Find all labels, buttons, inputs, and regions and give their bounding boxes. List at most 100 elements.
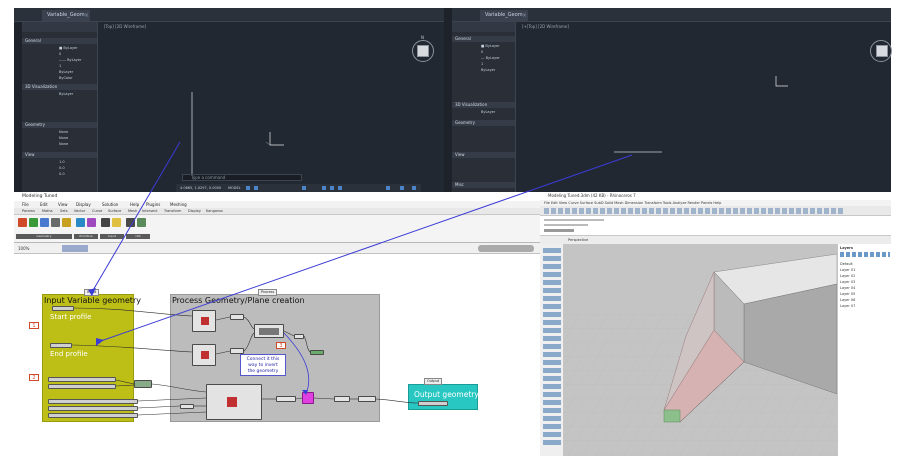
- menu-meshing[interactable]: Meshing: [170, 201, 187, 208]
- number-param-icon[interactable]: [76, 218, 85, 227]
- menu-solution[interactable]: Solution: [102, 201, 118, 208]
- output-relay-1[interactable]: [334, 396, 350, 402]
- note-panel[interactable]: Connect it this way to invert the geomet…: [240, 354, 286, 376]
- properties-section[interactable]: View: [452, 152, 515, 158]
- output-relay-2[interactable]: [358, 396, 376, 402]
- start-curve-param[interactable]: [52, 306, 74, 311]
- layer-row[interactable]: Layer 06: [840, 298, 889, 303]
- small-component-a[interactable]: [230, 314, 244, 320]
- tab-maths[interactable]: Maths: [42, 208, 53, 215]
- relay-icon[interactable]: [126, 218, 135, 227]
- plane-component-1[interactable]: [192, 310, 216, 332]
- properties-section[interactable]: General: [452, 36, 515, 42]
- panel-icon[interactable]: [112, 218, 121, 227]
- snap-toggle-icon[interactable]: [254, 186, 258, 190]
- tab-sets[interactable]: Sets: [60, 208, 68, 215]
- colored-bar-component[interactable]: [310, 350, 324, 355]
- lineweight-toggle-icon[interactable]: [386, 186, 390, 190]
- otrack-toggle-icon[interactable]: [338, 186, 342, 190]
- command-line-input[interactable]: Type a command: [182, 174, 302, 181]
- properties-section[interactable]: 3D Visualization: [22, 84, 97, 90]
- layer-row[interactable]: Default: [840, 262, 889, 267]
- properties-section[interactable]: 3D Visualization: [452, 102, 515, 108]
- slider-2[interactable]: [48, 384, 116, 389]
- cad-left-viewport[interactable]: [Top] [2D Wireframe] N Type a command: [98, 22, 444, 192]
- mesh-param-icon[interactable]: [62, 218, 71, 227]
- tab-display[interactable]: Display: [188, 208, 201, 215]
- rhino-left-toolbar: [540, 244, 564, 456]
- orient-output-a[interactable]: [294, 334, 304, 339]
- menu-help[interactable]: Help: [130, 201, 139, 208]
- slider-5[interactable]: [48, 413, 138, 418]
- cluster-icon[interactable]: [137, 218, 146, 227]
- viewport-label[interactable]: Perspective: [568, 236, 588, 244]
- surface-param-icon[interactable]: [40, 218, 49, 227]
- merge-component[interactable]: [134, 380, 152, 388]
- preview-mode-icons[interactable]: [478, 245, 534, 252]
- slider-3[interactable]: [48, 399, 138, 404]
- customize-icon[interactable]: [412, 186, 416, 190]
- grid-toggle-icon[interactable]: [246, 186, 250, 190]
- tab-kangaroo[interactable]: Kangaroo: [206, 208, 223, 215]
- layer-row[interactable]: Layer 02: [840, 274, 889, 279]
- orient-component[interactable]: [254, 324, 284, 338]
- end-curve-param[interactable]: [50, 343, 72, 348]
- canvas-view-icons[interactable]: [62, 245, 88, 252]
- brep-param-icon[interactable]: [51, 218, 60, 227]
- properties-section[interactable]: View: [22, 152, 97, 158]
- tab-vector[interactable]: Vector: [74, 208, 85, 215]
- menu-plugins[interactable]: Plugins: [146, 201, 160, 208]
- menu-edit[interactable]: Edit: [40, 201, 48, 208]
- grasshopper-canvas[interactable]: Input Variable geometry Start profile En…: [14, 254, 540, 456]
- osnap-toggle-icon[interactable]: [330, 186, 334, 190]
- zoom-level[interactable]: 100%: [18, 243, 29, 254]
- layer-row[interactable]: Layer 04: [840, 286, 889, 291]
- slider-1[interactable]: [48, 377, 116, 382]
- layer-row[interactable]: Layer 03: [840, 280, 889, 285]
- tab-mesh[interactable]: Mesh: [128, 208, 137, 215]
- polar-toggle-icon[interactable]: [322, 186, 326, 190]
- cad-right-viewport[interactable]: [+[Top] [2D Wireframe]: [516, 22, 892, 192]
- boolean-param-icon[interactable]: [87, 218, 96, 227]
- layer-row[interactable]: Layer 01: [840, 268, 889, 273]
- point-param-icon[interactable]: [18, 218, 27, 227]
- number-component[interactable]: [180, 404, 194, 409]
- toolbar-icons[interactable]: [544, 208, 844, 214]
- layer-row[interactable]: Layer 05: [840, 292, 889, 297]
- properties-section[interactable]: Geometry: [22, 122, 97, 128]
- flip-component[interactable]: [276, 396, 296, 402]
- cad-left-file-tab[interactable]: Variable_Geom: [42, 10, 90, 21]
- properties-section[interactable]: Misc: [452, 182, 515, 188]
- layer-row[interactable]: Layer 07: [840, 304, 889, 309]
- property-row: — ByLayer: [481, 56, 500, 60]
- status-model[interactable]: MODEL: [228, 184, 241, 192]
- properties-section[interactable]: Geometry: [452, 120, 515, 126]
- slider-icon[interactable]: [101, 218, 110, 227]
- tab-intersect[interactable]: Intersect: [142, 208, 158, 215]
- layers-header[interactable]: Layers: [840, 246, 889, 251]
- output-brep-param[interactable]: [418, 401, 448, 406]
- loft-component[interactable]: [206, 384, 262, 420]
- rhino-command-area[interactable]: [540, 216, 891, 236]
- tab-surface[interactable]: Surface: [108, 208, 121, 215]
- ortho-toggle-icon[interactable]: [302, 186, 306, 190]
- tool-icons[interactable]: [543, 248, 561, 448]
- menu-file[interactable]: File: [22, 201, 29, 208]
- tab-params[interactable]: Params: [22, 208, 35, 215]
- command-input[interactable]: [544, 229, 574, 232]
- tab-curve[interactable]: Curve: [92, 208, 102, 215]
- plane-component-2[interactable]: [192, 344, 216, 366]
- layers-toolbar-icons[interactable]: [840, 252, 890, 257]
- menu-view[interactable]: View: [58, 201, 68, 208]
- cad-right-file-tab[interactable]: Variable_Geom: [480, 10, 528, 21]
- reverse-component[interactable]: [302, 392, 314, 404]
- slider-4[interactable]: [48, 406, 138, 411]
- menu-display[interactable]: Display: [76, 201, 91, 208]
- close-icon[interactable]: ×: [522, 10, 527, 21]
- workspace-icon[interactable]: [400, 186, 404, 190]
- properties-section[interactable]: General: [22, 38, 97, 44]
- tab-transform[interactable]: Transform: [164, 208, 181, 215]
- rhino-perspective-viewport[interactable]: [564, 244, 837, 456]
- curve-param-icon[interactable]: [29, 218, 38, 227]
- close-icon[interactable]: ×: [84, 10, 89, 21]
